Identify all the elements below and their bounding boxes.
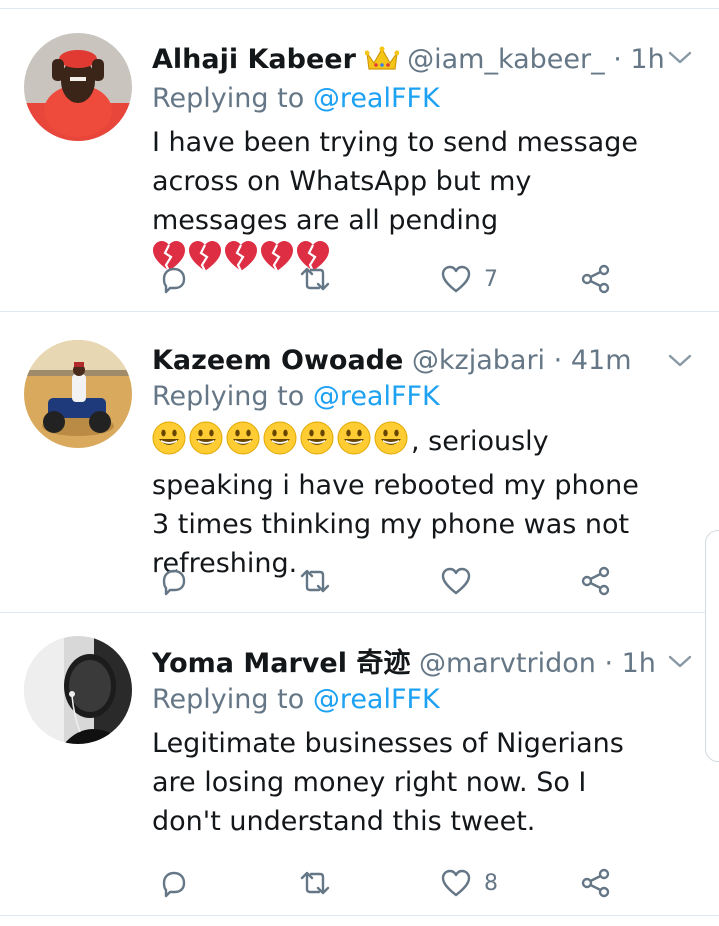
author-handle[interactable]: @iam_kabeer_ [407, 44, 605, 75]
author-name[interactable]: Alhaji Kabeer [152, 44, 356, 75]
retweet-button[interactable] [298, 259, 332, 299]
share-icon [581, 264, 610, 294]
reply-tweet[interactable]: Kazeem Owoade @kzjabari · 41m Replying t… [0, 312, 719, 613]
separator-dot: · [604, 648, 614, 679]
replying-to-mention[interactable]: @realFFK [313, 684, 440, 715]
heart-icon [441, 265, 471, 293]
tweet-header: Alhaji Kabeer @iam_kabeer_ · 1h [152, 42, 665, 81]
retweet-icon [300, 267, 330, 291]
separator-dot: · [613, 44, 622, 75]
timestamp[interactable]: 1h [630, 44, 664, 75]
replying-to: Replying to @realFFK [152, 682, 649, 718]
tweet-body: Yoma Marvel 奇迹 @marvtridon · 1h Replying… [152, 646, 656, 841]
like-count: 8 [484, 870, 498, 896]
reply-button[interactable] [158, 259, 188, 299]
separator-dot: · [553, 345, 563, 376]
retweet-icon [300, 569, 330, 593]
tweet-header: Kazeem Owoade @kzjabari · 41m [152, 343, 649, 379]
replying-to-label: Replying to [152, 684, 305, 715]
retweet-button[interactable] [298, 863, 332, 903]
reply-icon [162, 267, 186, 294]
author-handle[interactable]: @marvtridon [419, 648, 596, 679]
heart-icon [441, 869, 471, 897]
like-count: 7 [484, 266, 498, 292]
tweet-body: Kazeem Owoade @kzjabari · 41m Replying t… [152, 343, 649, 583]
tweet-actions: 7 [152, 259, 632, 299]
smiley-emojis [152, 421, 410, 466]
retweet-icon [300, 871, 330, 895]
chevron-down-icon[interactable] [667, 350, 693, 370]
share-icon [581, 566, 610, 596]
like-button[interactable]: 7 [440, 259, 498, 299]
share-button[interactable] [580, 259, 612, 299]
replying-to-label: Replying to [152, 381, 305, 412]
tweet-text-content: I have been trying to send message acros… [152, 127, 638, 236]
replying-to-mention[interactable]: @realFFK [313, 381, 440, 412]
timestamp[interactable]: 41m [571, 345, 632, 376]
tweet-actions [152, 561, 632, 601]
chevron-down-icon[interactable] [667, 47, 693, 67]
share-button[interactable] [580, 561, 612, 601]
heart-icon [441, 567, 471, 595]
tweet-text: , seriously speaking i have rebooted my … [152, 421, 649, 583]
reply-tweet[interactable]: Alhaji Kabeer @iam_kabeer_ · 1h Replying… [0, 9, 719, 312]
retweet-button[interactable] [298, 561, 332, 601]
reply-tweet[interactable]: Yoma Marvel 奇迹 @marvtridon · 1h Replying… [0, 613, 719, 916]
tweet-body: Alhaji Kabeer @iam_kabeer_ · 1h Replying… [152, 42, 665, 285]
like-button[interactable]: 8 [440, 863, 498, 903]
crown-icon [364, 45, 400, 81]
chevron-down-icon[interactable] [667, 651, 693, 671]
tweet-text: Legitimate businesses of Nigerians are l… [152, 728, 624, 837]
share-icon [581, 868, 610, 898]
tweet-header: Yoma Marvel 奇迹 @marvtridon · 1h [152, 646, 656, 682]
reply-icon [162, 569, 186, 596]
replying-to: Replying to @realFFK [152, 81, 649, 117]
reply-feed: Alhaji Kabeer @iam_kabeer_ · 1h Replying… [0, 0, 719, 916]
replying-to: Replying to @realFFK [152, 379, 649, 415]
author-handle[interactable]: @kzjabari [412, 345, 545, 376]
reply-button[interactable] [158, 561, 188, 601]
reply-icon [162, 871, 186, 898]
like-button[interactable] [440, 561, 484, 601]
top-divider [0, 0, 719, 9]
reply-button[interactable] [158, 863, 188, 903]
share-button[interactable] [580, 863, 612, 903]
replying-to-label: Replying to [152, 83, 305, 114]
avatar[interactable] [24, 636, 132, 744]
tweet-actions: 8 [152, 863, 632, 903]
author-name[interactable]: Kazeem Owoade [152, 345, 403, 376]
author-name[interactable]: Yoma Marvel 奇迹 [152, 648, 410, 679]
scroll-handle[interactable] [705, 530, 719, 762]
replying-to-mention[interactable]: @realFFK [313, 83, 440, 114]
avatar[interactable] [24, 33, 132, 141]
avatar[interactable] [24, 340, 132, 448]
timestamp[interactable]: 1h [622, 648, 656, 679]
